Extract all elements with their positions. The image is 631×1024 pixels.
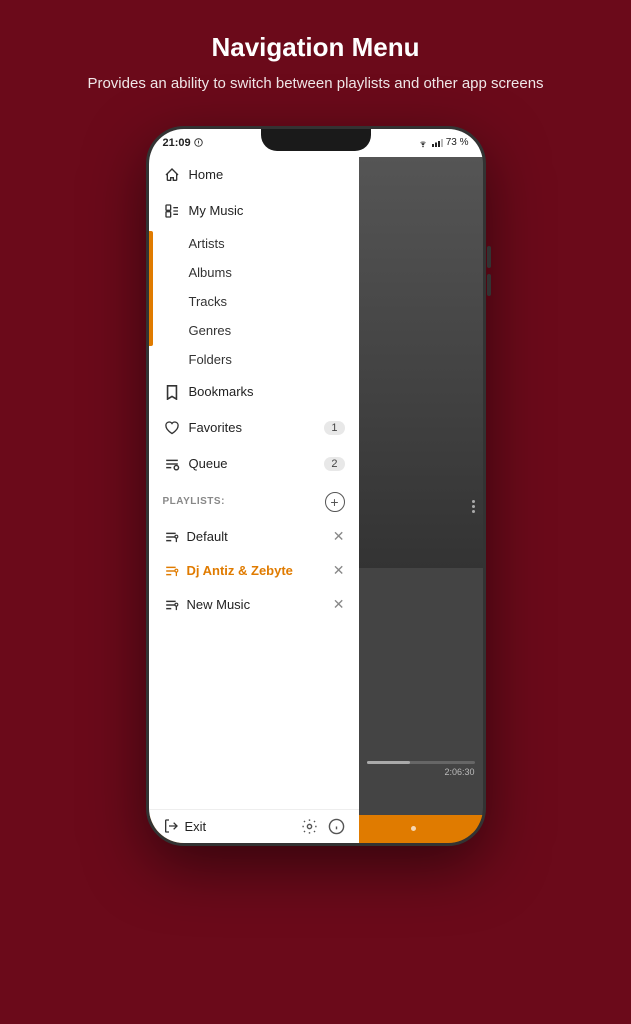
nav-footer: Exit <box>149 809 359 843</box>
footer-icons <box>301 818 345 835</box>
queue-label: Queue <box>189 456 317 471</box>
home-icon <box>163 166 181 184</box>
status-time: 21:09 <box>163 137 203 149</box>
wifi-icon <box>417 138 429 148</box>
signal-icon <box>432 138 443 148</box>
playlist-default-label: Default <box>187 529 327 544</box>
playlist-default[interactable]: Default ✕ <box>149 520 359 554</box>
info-icon <box>328 818 345 835</box>
status-icons: 73 % <box>417 137 469 148</box>
favorites-label: Favorites <box>189 420 317 435</box>
volume-buttons <box>487 246 491 296</box>
page-header: Navigation Menu Provides an ability to s… <box>47 0 583 116</box>
nav-sub-artists[interactable]: Artists <box>149 229 359 258</box>
playlist-dj-antiz[interactable]: Dj Antiz & Zebyte ✕ <box>149 554 359 588</box>
playlists-label: PLAYLISTS: <box>163 496 325 507</box>
playlist-icon-dj-antiz <box>163 562 181 580</box>
add-playlist-button[interactable]: + <box>325 492 345 512</box>
exit-icon <box>163 818 179 834</box>
alert-icon <box>194 138 203 147</box>
phone-frame: 21:09 <box>146 126 486 846</box>
bottom-nav-dot-3 <box>411 826 416 831</box>
volume-down[interactable] <box>487 274 491 296</box>
playlists-header: PLAYLISTS: + <box>149 484 359 520</box>
page-title: Navigation Menu <box>87 32 543 63</box>
music-library-icon <box>163 202 181 220</box>
navigation-menu: Home My Music <box>149 157 359 843</box>
nav-item-my-music[interactable]: My Music <box>149 193 359 229</box>
my-music-label: My Music <box>189 203 345 218</box>
progress-bar-background <box>367 761 475 764</box>
settings-button[interactable] <box>301 818 318 835</box>
playlist-icon-new-music <box>163 596 181 614</box>
exit-label: Exit <box>185 819 207 834</box>
nav-sub-tracks[interactable]: Tracks <box>149 287 359 316</box>
progress-time: 2:06:30 <box>367 767 475 777</box>
nav-sub-folders[interactable]: Folders <box>149 345 359 374</box>
nav-item-home[interactable]: Home <box>149 157 359 193</box>
home-label: Home <box>189 167 345 182</box>
nav-sub-albums[interactable]: Albums <box>149 258 359 287</box>
more-options-icon[interactable] <box>472 500 475 513</box>
battery-text: 73 % <box>446 137 469 148</box>
volume-up[interactable] <box>487 246 491 268</box>
bookmark-icon <box>163 383 181 401</box>
nav-item-favorites[interactable]: Favorites 1 <box>149 410 359 446</box>
page-subtitle: Provides an ability to switch between pl… <box>87 73 543 96</box>
playlist-dj-antiz-label: Dj Antiz & Zebyte <box>187 563 327 578</box>
queue-icon <box>163 455 181 473</box>
heart-icon <box>163 419 181 437</box>
nav-item-queue[interactable]: Queue 2 <box>149 446 359 482</box>
app-content-panel: 2:06:30 1.00 x <box>359 157 483 843</box>
settings-icon <box>301 818 318 835</box>
active-indicator <box>149 231 153 346</box>
nav-sub-genres[interactable]: Genres <box>149 316 359 345</box>
playlist-dj-antiz-close[interactable]: ✕ <box>333 562 345 579</box>
playlist-default-close[interactable]: ✕ <box>333 528 345 545</box>
bookmarks-label: Bookmarks <box>189 384 345 399</box>
info-button[interactable] <box>328 818 345 835</box>
exit-button[interactable]: Exit <box>163 818 207 834</box>
favorites-badge: 1 <box>324 421 344 435</box>
playlist-new-music-label: New Music <box>187 597 327 612</box>
queue-badge: 2 <box>324 457 344 471</box>
progress-area: 2:06:30 <box>359 755 483 783</box>
playlist-new-music-close[interactable]: ✕ <box>333 596 345 613</box>
phone-mockup: 21:09 <box>146 126 486 846</box>
playlist-icon-default <box>163 528 181 546</box>
progress-bar-fill <box>367 761 410 764</box>
playlist-new-music[interactable]: New Music ✕ <box>149 588 359 622</box>
phone-content: Home My Music <box>149 157 483 843</box>
nav-item-bookmarks[interactable]: Bookmarks <box>149 374 359 410</box>
phone-notch <box>261 129 371 151</box>
album-art-area <box>359 157 483 569</box>
